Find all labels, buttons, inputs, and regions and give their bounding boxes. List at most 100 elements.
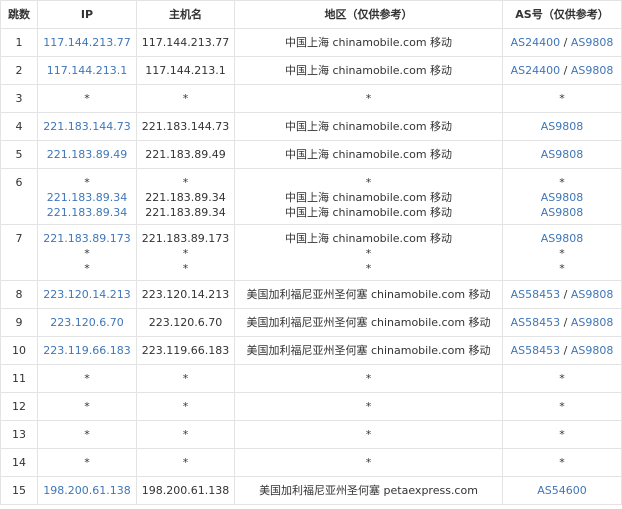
table-row: 3 * * * * [0, 84, 622, 113]
traceroute-table: 跳数 IP 主机名 地区（仅供参考） AS号（仅供参考） 1 117.144.21… [0, 0, 622, 505]
hop-cell: 13 [0, 420, 38, 449]
as-link[interactable]: AS9808 [571, 288, 614, 301]
as-link[interactable]: AS58453 [511, 288, 561, 301]
timeout-marker: * [559, 176, 565, 189]
host-cell: 223.120.14.213 [136, 280, 235, 309]
as-link[interactable]: AS58453 [511, 344, 561, 357]
timeout-marker: * [365, 176, 372, 189]
host-cell: 117.144.213.1 [136, 56, 235, 85]
as-line: * [504, 427, 621, 442]
host-text: 223.120.6.70 [148, 316, 223, 329]
ip-link[interactable]: 221.183.89.173 [39, 231, 136, 246]
as-line: * [504, 91, 621, 106]
ip-link[interactable]: 221.183.144.73 [39, 119, 136, 134]
as-line: * [504, 246, 621, 261]
as-line: AS58453 / AS9808 [504, 287, 621, 302]
as-line: * [504, 455, 621, 470]
ip-link[interactable]: 221.183.89.34 [39, 205, 136, 220]
region-cell: * [234, 420, 503, 449]
timeout-marker: * [182, 247, 189, 260]
as-link[interactable]: AS9808 [571, 36, 614, 49]
timeout-marker: * [84, 247, 90, 260]
hop-cell: 8 [0, 280, 38, 309]
timeout-marker: * [182, 372, 189, 385]
host-text: 198.200.61.138 [141, 484, 230, 497]
timeout-marker: * [559, 247, 565, 260]
as-link[interactable]: AS9808 [571, 344, 614, 357]
timeout-marker: * [84, 428, 90, 441]
as-cell: AS58453 / AS9808 [502, 336, 622, 365]
ip-link[interactable]: 117.144.213.1 [39, 63, 136, 78]
timeout-marker: * [559, 92, 565, 105]
as-link[interactable]: AS9808 [541, 191, 584, 204]
as-cell: AS58453 / AS9808 [502, 308, 622, 337]
region-cell: 美国加利福尼亚州圣何塞 chinamobile.com 移动 [234, 336, 503, 365]
ip-link[interactable]: 223.120.14.213 [39, 287, 136, 302]
header-region: 地区（仅供参考） [234, 0, 503, 29]
as-cell: AS9808 * * [502, 224, 622, 281]
hop-cell: 4 [0, 112, 38, 141]
timeout-marker: * [365, 247, 372, 260]
ip-cell: 221.183.89.49 [37, 140, 137, 169]
ip-cell: * [37, 392, 137, 421]
hop-cell: 2 [0, 56, 38, 85]
host-text: 221.183.89.173 [141, 232, 230, 245]
as-cell: * [502, 364, 622, 393]
timeout-marker: * [84, 262, 90, 275]
region-cell: 中国上海 chinamobile.com 移动 [234, 112, 503, 141]
as-link[interactable]: AS9808 [541, 148, 584, 161]
as-line: * [504, 175, 621, 190]
ip-cell: * [37, 420, 137, 449]
timeout-marker: * [84, 176, 90, 189]
as-link[interactable]: AS24400 [511, 36, 561, 49]
ip-cell: 221.183.89.173 * * [37, 224, 137, 281]
ip-link[interactable]: 198.200.61.138 [39, 483, 136, 498]
ip-link[interactable]: 117.144.213.77 [39, 35, 136, 50]
as-cell: * [502, 420, 622, 449]
as-cell: AS24400 / AS9808 [502, 28, 622, 57]
region-text: 中国上海 chinamobile.com 移动 [284, 64, 453, 77]
as-cell: AS54600 [502, 476, 622, 505]
region-text: 中国上海 chinamobile.com 移动 [284, 148, 453, 161]
ip-cell: * [37, 448, 137, 477]
ip-link[interactable]: 221.183.89.49 [39, 147, 136, 162]
host-text: 117.144.213.1 [145, 64, 226, 77]
hop-cell: 11 [0, 364, 38, 393]
timeout-marker: * [84, 372, 90, 385]
ip-link[interactable]: 223.119.66.183 [39, 343, 136, 358]
as-link[interactable]: AS54600 [537, 484, 587, 497]
header-row: 跳数 IP 主机名 地区（仅供参考） AS号（仅供参考） [0, 0, 622, 29]
timeout-marker: * [365, 92, 372, 105]
host-cell: 221.183.144.73 [136, 112, 235, 141]
as-cell: AS9808 [502, 112, 622, 141]
table-row: 13 * * * * [0, 420, 622, 449]
region-cell: 中国上海 chinamobile.com 移动 [234, 140, 503, 169]
ip-link[interactable]: 221.183.89.34 [39, 190, 136, 205]
table-row: 10 223.119.66.183 223.119.66.183 美国加利福尼亚州圣何… [0, 336, 622, 365]
region-text: 中国上海 chinamobile.com 移动 [284, 120, 453, 133]
ip-link[interactable]: 223.120.6.70 [39, 315, 136, 330]
host-cell: 117.144.213.77 [136, 28, 235, 57]
table-header: 跳数 IP 主机名 地区（仅供参考） AS号（仅供参考） [0, 0, 622, 29]
as-cell: AS58453 / AS9808 [502, 280, 622, 309]
region-cell: * 中国上海 chinamobile.com 移动 中国上海 chinamobile… [234, 168, 503, 225]
as-link[interactable]: AS9808 [541, 206, 584, 219]
hop-cell: 10 [0, 336, 38, 365]
region-text: 美国加利福尼亚州圣何塞 chinamobile.com 移动 [246, 316, 491, 329]
as-link[interactable]: AS9808 [541, 232, 584, 245]
region-cell: * [234, 364, 503, 393]
as-link[interactable]: AS9808 [571, 64, 614, 77]
region-text: 中国上海 chinamobile.com 移动 [284, 232, 453, 245]
region-text: 美国加利福尼亚州圣何塞 chinamobile.com 移动 [246, 344, 491, 357]
as-link[interactable]: AS9808 [541, 120, 584, 133]
as-link[interactable]: AS9808 [571, 316, 614, 329]
as-cell: AS24400 / AS9808 [502, 56, 622, 85]
as-separator: / [560, 36, 571, 49]
as-link[interactable]: AS58453 [511, 316, 561, 329]
ip-cell: 117.144.213.77 [37, 28, 137, 57]
region-text: 美国加利福尼亚州圣何塞 chinamobile.com 移动 [246, 288, 491, 301]
timeout-marker: * [365, 372, 372, 385]
as-link[interactable]: AS24400 [511, 64, 561, 77]
timeout-marker: * [559, 456, 565, 469]
timeout-marker: * [84, 92, 90, 105]
